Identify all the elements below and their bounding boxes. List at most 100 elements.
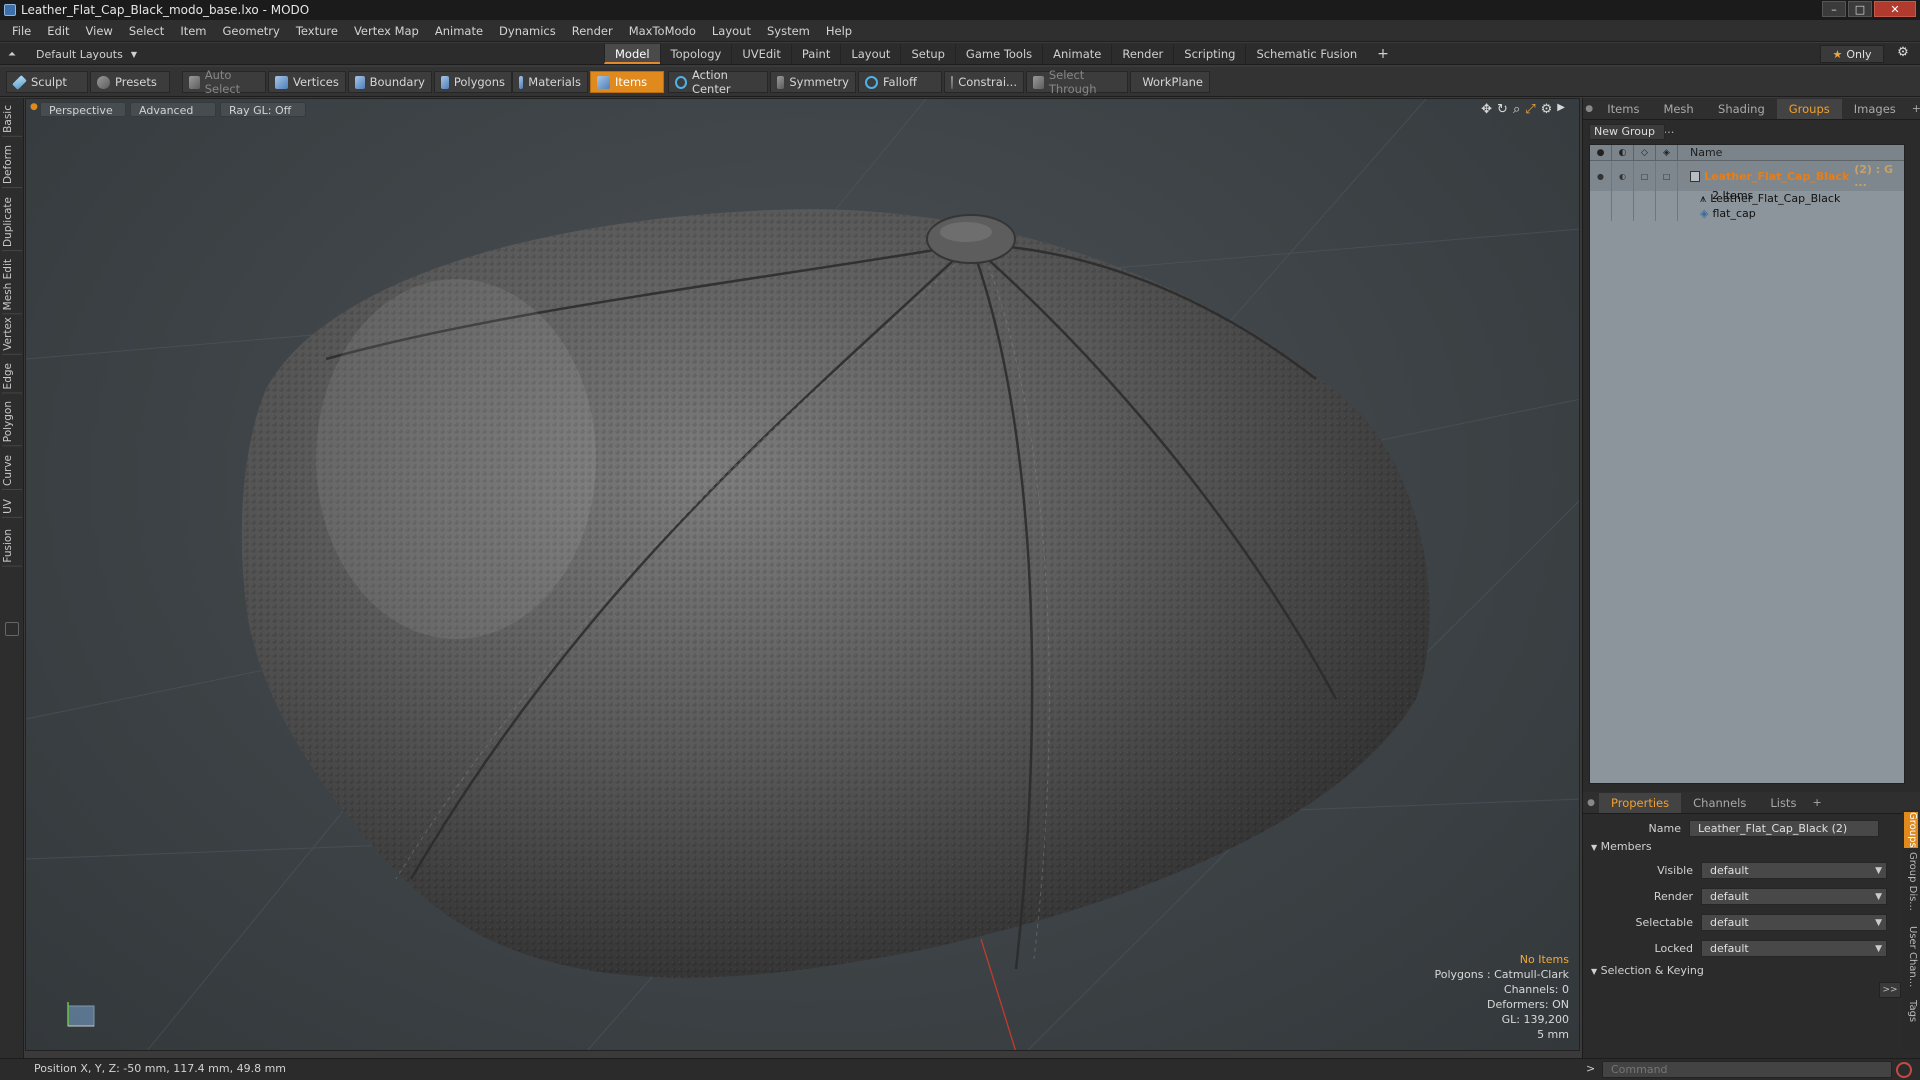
- new-group-button[interactable]: New Group: [1589, 124, 1665, 140]
- rotate-icon[interactable]: ↻: [1497, 102, 1508, 117]
- raygl-button[interactable]: Ray GL: Off: [220, 102, 306, 117]
- group-list[interactable]: ● ◐ ◇ ◈ Name ● ◐ □ □ Leather_Flat_Cap_Bl…: [1589, 144, 1905, 784]
- menu-maxtomodo[interactable]: MaxToModo: [621, 20, 704, 42]
- action-center-button[interactable]: Action Center: [668, 68, 768, 96]
- tab-topology[interactable]: Topology: [659, 44, 732, 64]
- gear-icon[interactable]: ⚙: [1894, 45, 1912, 63]
- menu-render[interactable]: Render: [564, 20, 621, 42]
- tab-render[interactable]: Render: [1111, 44, 1173, 64]
- tab-mesh[interactable]: Mesh ...: [1651, 99, 1706, 136]
- 3d-viewport[interactable]: ● Perspective Advanced Ray GL: Off ✥ ↻ ⌕…: [25, 98, 1580, 1051]
- expand-button[interactable]: >>: [1879, 982, 1901, 998]
- side-tab-group-display[interactable]: Group Dis...: [1904, 852, 1918, 922]
- group-select-toggle[interactable]: □: [1656, 161, 1678, 191]
- tab-schematic-fusion[interactable]: Schematic Fusion: [1245, 44, 1367, 64]
- tab-groups[interactable]: Groups: [1776, 99, 1842, 119]
- viewport-menu-icon[interactable]: ●: [30, 102, 38, 112]
- tab-uvedit[interactable]: UVEdit: [731, 44, 791, 64]
- selectable-dropdown[interactable]: default ▼: [1701, 913, 1887, 931]
- menu-view[interactable]: View: [78, 20, 121, 42]
- tab-lists[interactable]: Lists: [1758, 793, 1808, 813]
- group-lock-toggle[interactable]: □: [1634, 161, 1656, 191]
- select-column-icon[interactable]: ◈: [1656, 144, 1678, 161]
- tab-duplicate[interactable]: Duplicate: [2, 194, 22, 252]
- maximize-viewport-icon[interactable]: ⤢: [1525, 102, 1535, 117]
- tab-deform[interactable]: Deform: [2, 142, 22, 189]
- side-tab-user-channels[interactable]: User Chan...: [1904, 926, 1918, 996]
- tab-edge[interactable]: Edge: [2, 360, 22, 394]
- pan-icon[interactable]: ✥: [1481, 102, 1492, 117]
- close-button[interactable]: ✕: [1874, 1, 1916, 17]
- visible-dropdown[interactable]: default ▼: [1701, 861, 1887, 879]
- menu-dynamics[interactable]: Dynamics: [491, 20, 564, 42]
- tab-polygon[interactable]: Polygon: [2, 398, 22, 447]
- tab-images[interactable]: Images: [1842, 99, 1908, 119]
- materials-button[interactable]: Materials: [512, 71, 588, 93]
- viewport-gear-icon[interactable]: ⚙: [1541, 102, 1553, 117]
- tab-fusion[interactable]: Fusion: [2, 526, 22, 567]
- name-field[interactable]: Leather_Flat_Cap_Black (2): [1689, 819, 1879, 837]
- menu-file[interactable]: File: [0, 20, 39, 42]
- members-section[interactable]: ▼ Members: [1591, 840, 1911, 856]
- selection-keying-section[interactable]: ▼ Selection & Keying: [1591, 964, 1911, 980]
- items-button[interactable]: Items: [590, 71, 664, 93]
- command-input[interactable]: [1602, 1061, 1892, 1078]
- workplane-button[interactable]: WorkPlane: [1130, 71, 1210, 93]
- symmetry-button[interactable]: Symmetry: [770, 71, 856, 93]
- name-column-header[interactable]: Name: [1678, 146, 1722, 159]
- view-mode-button[interactable]: Perspective: [40, 102, 126, 117]
- falloff-button[interactable]: Falloff: [858, 71, 942, 93]
- tab-uv[interactable]: UV: [2, 496, 22, 518]
- minimize-button[interactable]: –: [1822, 1, 1846, 17]
- menu-vertex-map[interactable]: Vertex Map: [346, 20, 427, 42]
- only-button[interactable]: ★ Only: [1820, 45, 1884, 63]
- tab-properties[interactable]: Properties: [1599, 793, 1682, 813]
- menu-animate[interactable]: Animate: [427, 20, 491, 42]
- add-tab-button[interactable]: +: [1367, 44, 1399, 64]
- tab-channels[interactable]: Channels: [1681, 793, 1758, 813]
- viewport-more-icon[interactable]: ▶: [1557, 102, 1565, 117]
- tab-basic[interactable]: Basic: [2, 102, 22, 137]
- menu-geometry[interactable]: Geometry: [215, 20, 288, 42]
- panel-menu-icon[interactable]: ●: [1583, 99, 1595, 119]
- lock-column-icon[interactable]: ◇: [1634, 144, 1656, 161]
- add-panel-tab-button[interactable]: +: [1908, 99, 1920, 119]
- menu-edit[interactable]: Edit: [39, 20, 77, 42]
- tab-scripting[interactable]: Scripting: [1173, 44, 1245, 64]
- group-render-toggle[interactable]: ◐: [1612, 161, 1634, 191]
- shading-mode-button[interactable]: Advanced: [130, 102, 216, 117]
- menu-texture[interactable]: Texture: [288, 20, 346, 42]
- presets-button[interactable]: Presets: [90, 71, 170, 93]
- tab-items[interactable]: Items: [1595, 99, 1651, 119]
- tab-vertex[interactable]: Vertex: [2, 314, 22, 355]
- auto-select-button[interactable]: Auto Select: [182, 68, 266, 96]
- visibility-column-icon[interactable]: ●: [1590, 144, 1612, 161]
- add-properties-tab-button[interactable]: +: [1808, 793, 1821, 813]
- tab-game-tools[interactable]: Game Tools: [954, 44, 1042, 64]
- tab-setup[interactable]: Setup: [900, 44, 954, 64]
- group-member-row[interactable]: ◈ flat_cap: [1590, 206, 1904, 221]
- tab-shading[interactable]: Shading: [1706, 99, 1777, 119]
- menu-layout[interactable]: Layout: [704, 20, 759, 42]
- menu-system[interactable]: System: [759, 20, 818, 42]
- menu-help[interactable]: Help: [818, 20, 860, 42]
- locked-dropdown[interactable]: default ▼: [1701, 939, 1887, 957]
- render-dropdown[interactable]: default ▼: [1701, 887, 1887, 905]
- menu-item[interactable]: Item: [172, 20, 214, 42]
- properties-menu-icon[interactable]: ●: [1583, 793, 1599, 813]
- sculpt-button[interactable]: Sculpt: [6, 71, 88, 93]
- tab-curve[interactable]: Curve: [2, 452, 22, 490]
- side-tab-tags[interactable]: Tags: [1904, 1000, 1918, 1036]
- tab-layout[interactable]: Layout: [840, 44, 900, 64]
- polygons-button[interactable]: Polygons: [434, 71, 512, 93]
- group-visible-toggle[interactable]: ●: [1590, 161, 1612, 191]
- maximize-button[interactable]: □: [1848, 1, 1872, 17]
- layout-selector[interactable]: ⏶ Default Layouts ▼: [8, 45, 137, 63]
- flat-cap-mesh[interactable]: [241, 209, 1430, 978]
- vertices-button[interactable]: Vertices: [268, 71, 346, 93]
- tab-animate[interactable]: Animate: [1042, 44, 1111, 64]
- select-through-button[interactable]: Select Through: [1026, 68, 1128, 96]
- render-column-icon[interactable]: ◐: [1612, 144, 1634, 161]
- tab-model[interactable]: Model: [604, 44, 660, 64]
- toggle-toolbox-icon[interactable]: [5, 622, 19, 636]
